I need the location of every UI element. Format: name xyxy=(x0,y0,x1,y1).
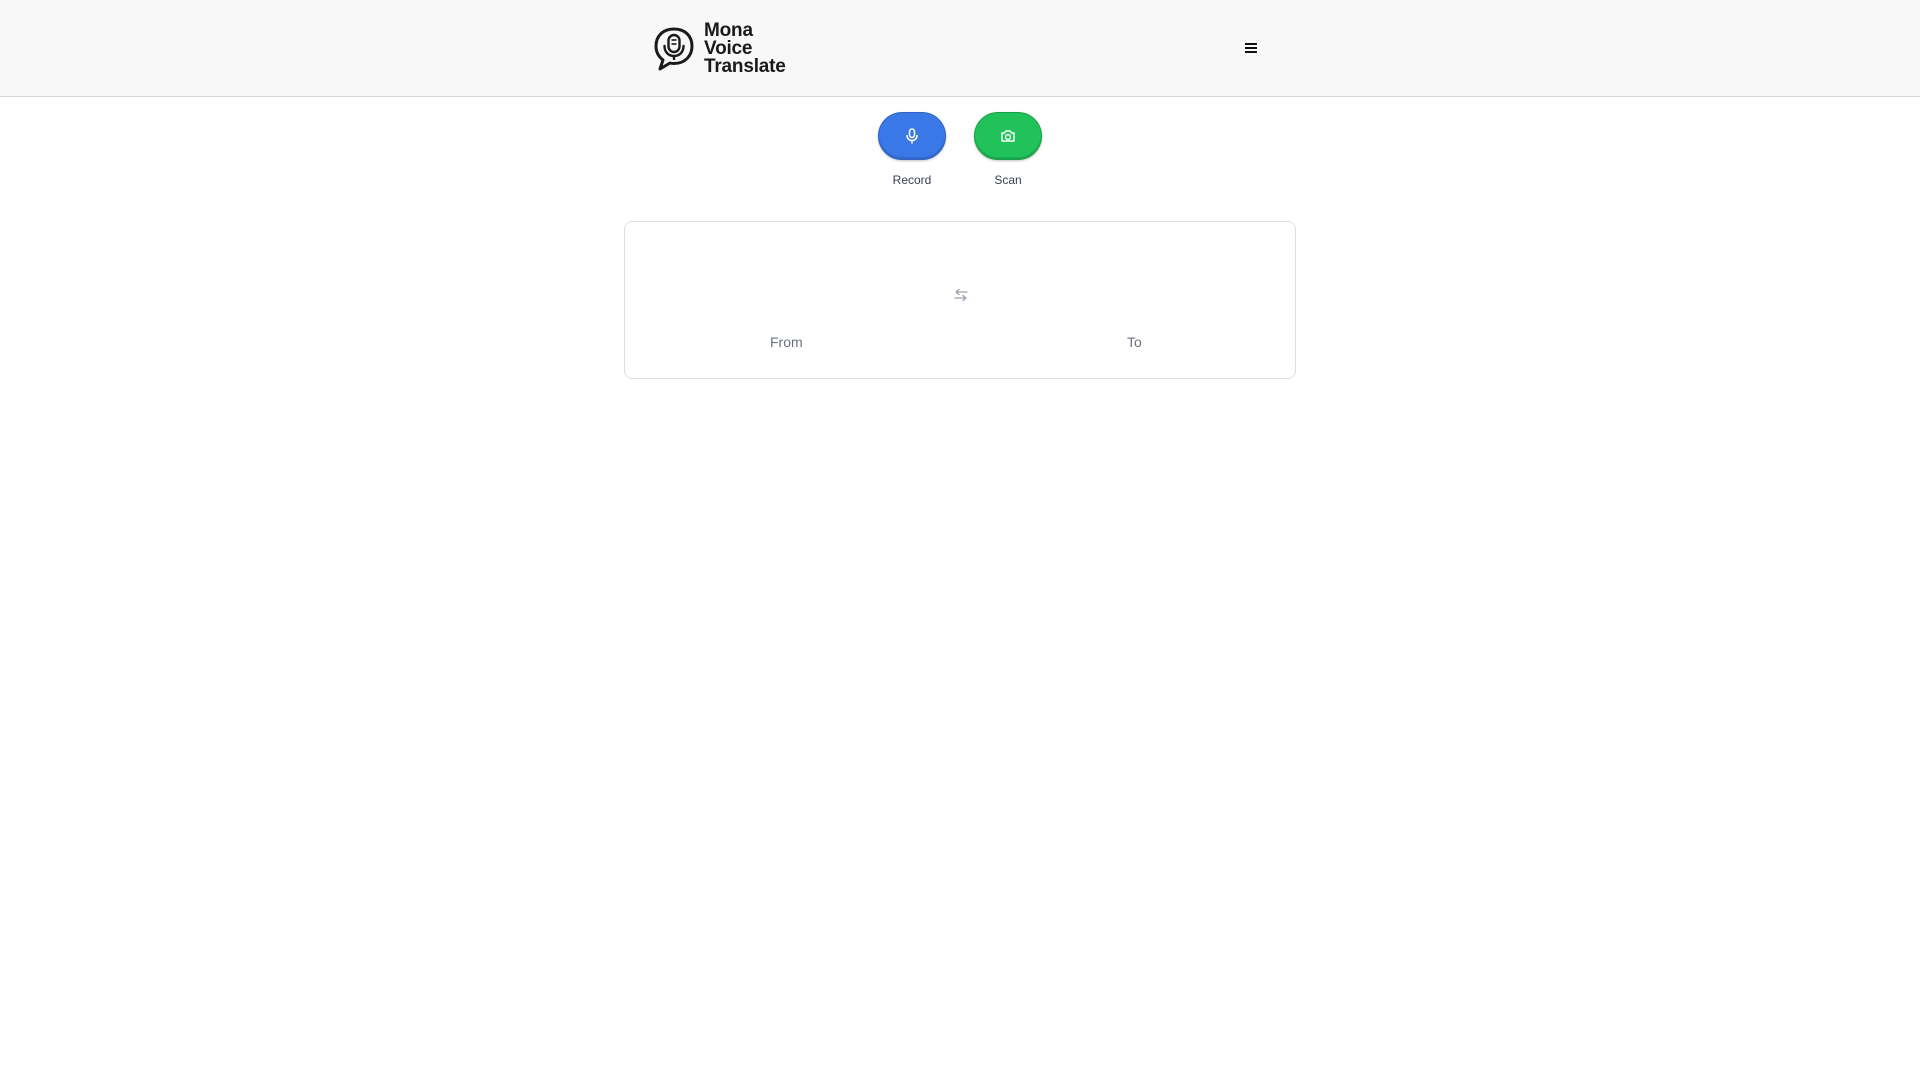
scan-button[interactable] xyxy=(974,112,1042,160)
scan-action: Scan xyxy=(963,112,1053,187)
action-bar: Record Scan xyxy=(0,112,1920,192)
swap-arrows-icon[interactable] xyxy=(951,286,971,304)
from-language-selector[interactable]: From xyxy=(770,334,803,350)
hamburger-menu-icon[interactable] xyxy=(1236,35,1266,61)
top-header: Mona Voice Translate xyxy=(0,0,1920,97)
record-action: Record xyxy=(867,112,957,187)
microphone-icon xyxy=(906,128,918,144)
language-selector-card: From To xyxy=(624,221,1296,379)
logo-text: Mona Voice Translate xyxy=(704,21,786,77)
record-button[interactable] xyxy=(878,112,946,160)
record-label: Record xyxy=(892,173,932,187)
to-language-selector[interactable]: To xyxy=(1127,334,1142,350)
hamburger-menu-glyph xyxy=(1245,43,1257,53)
swap-arrows-glyph xyxy=(954,288,968,302)
scan-label: Scan xyxy=(994,173,1022,187)
app-logo[interactable]: Mona Voice Translate xyxy=(652,18,802,80)
microphone-speech-bubble-icon xyxy=(654,27,694,71)
logo-line-3: Translate xyxy=(704,56,786,77)
camera-icon xyxy=(1001,130,1015,142)
